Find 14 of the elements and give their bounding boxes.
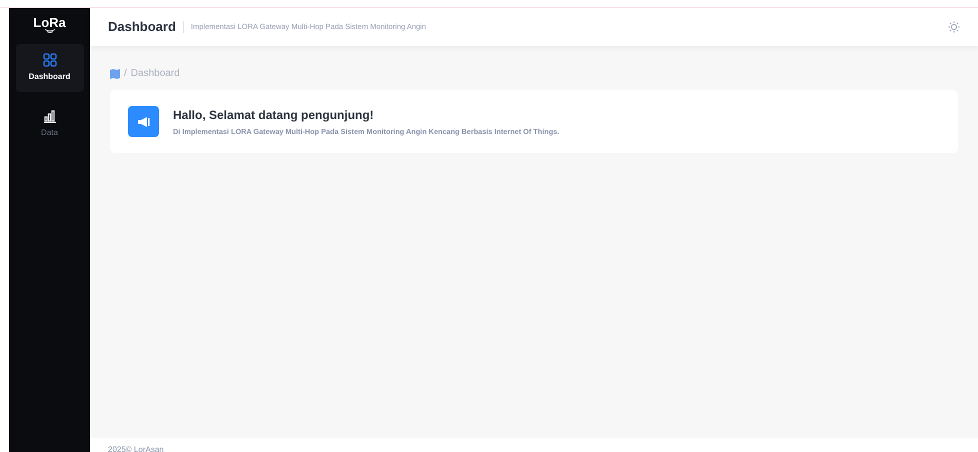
logo: LoRa (33, 16, 66, 29)
map-icon (110, 68, 120, 78)
megaphone-icon (128, 106, 159, 137)
bar-chart-icon (42, 109, 56, 123)
nav-item[interactable]: Data (16, 100, 84, 148)
nav-item[interactable]: Dashboard (16, 44, 84, 92)
footer-text: 2025© LorAsan (108, 446, 165, 452)
sun-icon[interactable] (948, 21, 960, 33)
grid-icon (42, 53, 56, 67)
signal-icon (44, 29, 56, 34)
breadcrumb-separator: / (124, 67, 127, 81)
welcome-title: Hallo, Selamat datang pengunjung! (173, 106, 375, 124)
breadcrumb-link[interactable]: Dashboard (130, 66, 180, 81)
page-title: Dashboard (108, 18, 176, 36)
